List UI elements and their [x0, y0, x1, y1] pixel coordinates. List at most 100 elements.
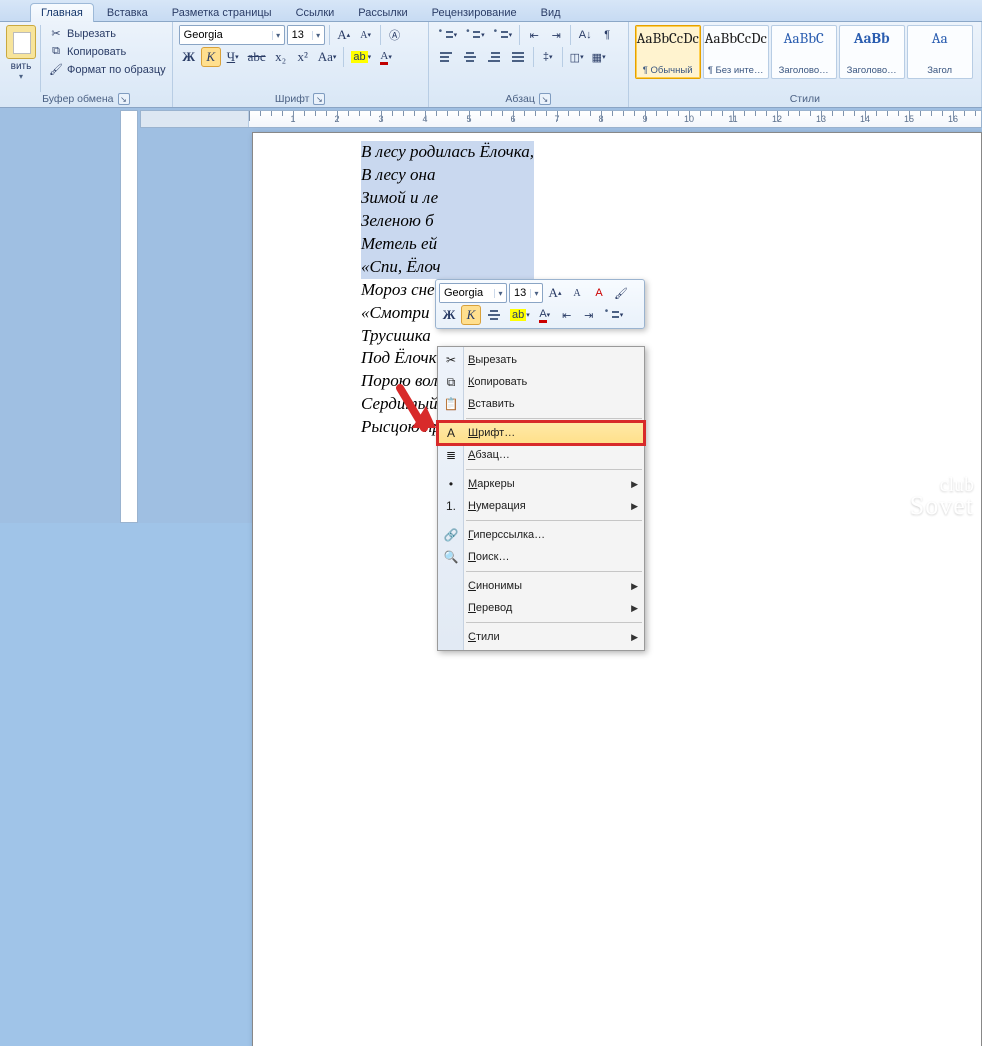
document-line[interactable]: В лесу она — [361, 164, 534, 187]
document-line[interactable]: В лесу родилась Ёлочка, — [361, 141, 534, 164]
mini-format-painter-button[interactable]: 🖌 — [611, 283, 631, 303]
paste-icon: 📋 — [443, 396, 459, 412]
font-color-button[interactable]: A▾ — [376, 47, 396, 67]
context-menu-styles[interactable]: Стили▶ — [438, 626, 644, 648]
context-menu-translate[interactable]: Перевод▶ — [438, 597, 644, 619]
document-line[interactable]: Зимой и ле — [361, 187, 534, 210]
paragraph-dialog-launcher[interactable]: ↘ — [539, 93, 551, 105]
font-name-input[interactable] — [180, 26, 272, 44]
sort-button[interactable]: A↓ — [575, 25, 595, 45]
superscript-button[interactable]: x² — [293, 47, 313, 67]
font-size-input[interactable] — [288, 26, 312, 44]
tab-рецензирование[interactable]: Рецензирование — [421, 3, 528, 22]
context-menu-paragraph[interactable]: ≣Абзац… — [438, 444, 644, 466]
style-item[interactable]: AaBbCcDc¶ Обычный — [635, 25, 701, 79]
font-size-combo[interactable]: ▾ — [287, 25, 325, 45]
tab-разметка страницы[interactable]: Разметка страницы — [161, 3, 283, 22]
style-item[interactable]: AaBbCcDc¶ Без инте… — [703, 25, 769, 79]
context-menu-synonyms[interactable]: Синонимы▶ — [438, 575, 644, 597]
decrease-indent-button[interactable]: ⇤ — [524, 25, 544, 45]
italic-button[interactable]: К — [201, 47, 221, 67]
context-menu-paste[interactable]: 📋Вставить — [438, 393, 644, 415]
subscript-button[interactable]: x₂ — [271, 47, 291, 67]
context-menu-cut[interactable]: ✂Вырезать — [438, 349, 644, 371]
chevron-down-icon[interactable]: ▾ — [272, 31, 284, 40]
grow-font-button[interactable]: A▴ — [334, 25, 354, 45]
document-line[interactable]: Метель ей — [361, 233, 534, 256]
vertical-ruler[interactable] — [120, 110, 138, 523]
mini-indent-right-button[interactable]: ⇥ — [579, 305, 599, 325]
document-line[interactable]: Зеленою б — [361, 210, 534, 233]
copy-button[interactable]: ⧉ Копировать — [49, 43, 166, 60]
chevron-down-icon[interactable]: ▾ — [530, 289, 542, 298]
paste-button[interactable]: вить ▾ — [6, 25, 41, 92]
underline-button[interactable]: Ч▾ — [223, 47, 243, 67]
numbering-button[interactable]: ▾ — [462, 25, 488, 45]
align-right-button[interactable] — [483, 47, 505, 67]
mini-grow-font-button[interactable]: A▴ — [545, 283, 565, 303]
align-left-button[interactable] — [435, 47, 457, 67]
tab-главная[interactable]: Главная — [30, 3, 94, 22]
tab-рассылки[interactable]: Рассылки — [347, 3, 418, 22]
font-name-combo[interactable]: ▾ — [179, 25, 285, 45]
mini-font-size-combo[interactable]: ▾ — [509, 283, 543, 303]
mini-indent-left-button[interactable]: ⇤ — [557, 305, 577, 325]
scissors-icon: ✂ — [49, 27, 63, 41]
context-menu-bullets[interactable]: •Маркеры▶ — [438, 473, 644, 495]
mini-font-name-input[interactable] — [440, 284, 494, 302]
change-case-button[interactable]: Aa▾ — [315, 47, 340, 67]
mini-font-size-input[interactable] — [510, 284, 530, 302]
line-spacing-button[interactable]: ‡▾ — [538, 47, 558, 67]
submenu-arrow-icon: ▶ — [631, 632, 638, 643]
mini-font-color-button[interactable]: A▾ — [535, 305, 555, 325]
borders-button[interactable]: ▦▾ — [589, 47, 609, 67]
justify-button[interactable] — [507, 47, 529, 67]
context-menu-hyperlink[interactable]: 🔗Гиперссылка… — [438, 524, 644, 546]
format-painter-button[interactable]: 🖌 Формат по образцу — [49, 61, 166, 78]
chevron-down-icon[interactable]: ▾ — [494, 289, 506, 298]
mini-bullets-button[interactable]: ▾ — [601, 305, 627, 325]
shading-button[interactable]: ◫▾ — [567, 47, 587, 67]
tab-ссылки[interactable]: Ссылки — [285, 3, 346, 22]
paragraph-icon: ≣ — [443, 447, 459, 463]
mini-align-center-button[interactable] — [483, 305, 505, 325]
document-line[interactable]: «Спи, Ёлоч — [361, 256, 534, 279]
style-item[interactable]: AaBbCЗаголово… — [771, 25, 837, 79]
bold-button[interactable]: Ж — [179, 47, 199, 67]
increase-indent-button[interactable]: ⇥ — [546, 25, 566, 45]
context-menu-copy[interactable]: ⧉Копировать — [438, 371, 644, 393]
mini-font-name-combo[interactable]: ▾ — [439, 283, 507, 303]
mini-italic-button[interactable]: К — [461, 305, 481, 325]
shrink-font-button[interactable]: A▾ — [356, 25, 376, 45]
tab-вставка[interactable]: Вставка — [96, 3, 159, 22]
cut-button[interactable]: ✂ Вырезать — [49, 25, 166, 42]
clear-formatting-button[interactable]: Ⓐ — [385, 25, 405, 45]
font-dialog-launcher[interactable]: ↘ — [313, 93, 325, 105]
context-menu-find[interactable]: 🔍Поиск… — [438, 546, 644, 568]
bullets-button[interactable]: ▾ — [435, 25, 461, 45]
clipboard-dialog-launcher[interactable]: ↘ — [118, 93, 130, 105]
style-item[interactable]: AaBbЗаголово… — [839, 25, 905, 79]
mini-clear-format-button[interactable]: A — [589, 283, 609, 303]
chevron-down-icon[interactable]: ▾ — [312, 31, 324, 40]
multilevel-button[interactable]: ▾ — [490, 25, 516, 45]
align-center-button[interactable] — [459, 47, 481, 67]
tab-вид[interactable]: Вид — [530, 3, 572, 22]
copy-icon: ⧉ — [49, 45, 63, 59]
mini-highlight-button[interactable]: ab▾ — [507, 305, 533, 325]
style-caption: Загол — [910, 65, 970, 76]
mini-bold-button[interactable]: Ж — [439, 305, 459, 325]
highlight-button[interactable]: ab▾ — [348, 47, 374, 67]
horizontal-ruler[interactable]: 1234567891011121314151617 — [140, 110, 982, 128]
style-caption: ¶ Без инте… — [706, 65, 766, 76]
context-menu-numbering[interactable]: 1.Нумерация▶ — [438, 495, 644, 517]
align-center-icon — [486, 307, 502, 323]
show-marks-button[interactable]: ¶ — [597, 25, 617, 45]
context-menu-separator — [466, 520, 642, 521]
styles-gallery[interactable]: AaBbCcDc¶ ОбычныйAaBbCcDc¶ Без инте…AaBb… — [635, 25, 975, 79]
align-left-icon — [438, 49, 454, 65]
context-menu-font[interactable]: AШрифт… — [438, 422, 644, 444]
strike-button[interactable]: abc — [245, 47, 269, 67]
style-item[interactable]: AaЗагол — [907, 25, 973, 79]
mini-shrink-font-button[interactable]: A — [567, 283, 587, 303]
